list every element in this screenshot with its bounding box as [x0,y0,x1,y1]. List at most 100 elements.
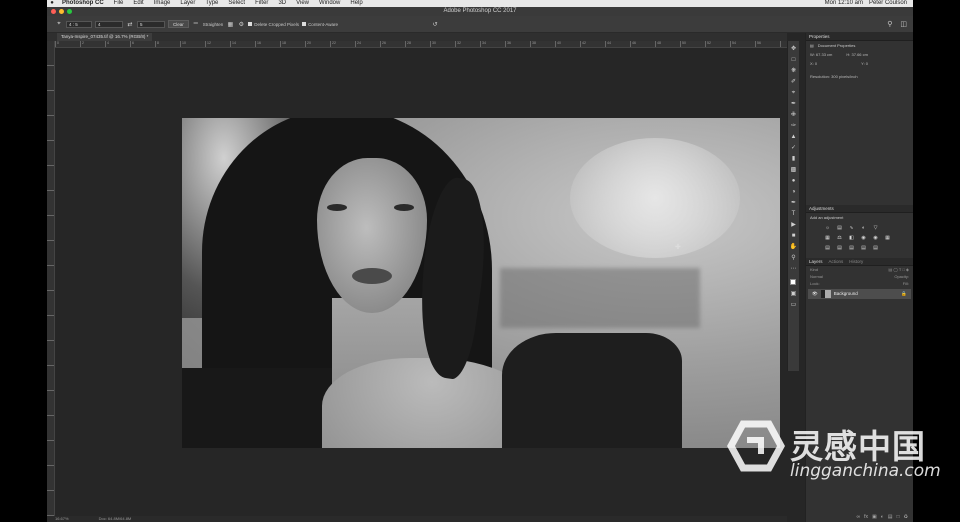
tab-history[interactable]: History [849,258,863,265]
prop-x[interactable]: X: 0 [810,61,817,66]
move-tool-icon[interactable]: ✥ [790,45,798,53]
width-field[interactable]: 4 [95,20,123,28]
zoom-window-button[interactable] [67,9,72,14]
tab-layers[interactable]: Layers [809,258,823,265]
history-brush-tool-icon[interactable]: ✓ [790,144,798,152]
tab-properties[interactable]: Properties [809,33,830,40]
hand-tool-icon[interactable]: ✋ [790,243,798,251]
prop-width[interactable]: W: 67.33 cm [810,52,832,57]
delete-cropped-checkbox[interactable]: Delete Cropped Pixels [248,22,299,27]
type-tool-icon[interactable]: T [790,210,798,218]
menu-filter[interactable]: Filter [250,0,273,7]
filter-icons[interactable]: ▤ ◯ T □ ◈ [889,266,910,273]
channel-mixer-icon[interactable]: ◉ [872,235,879,241]
gear-icon[interactable]: ⚙ [237,20,245,28]
clone-stamp-tool-icon[interactable]: ▲ [790,133,798,141]
ruler-horizontal[interactable]: 0 2 4 6 8 10 12 14 16 18 20 22 24 26 28 30 32 34 36 38 40 42 4… [55,41,787,48]
more-tools-icon[interactable]: ⋯ [790,265,798,273]
close-window-button[interactable] [51,9,56,14]
screen-mode-icon[interactable]: ▭ [790,301,798,309]
layer-name[interactable]: Background [834,289,858,299]
vibrance-icon[interactable]: ▽ [872,225,879,231]
prop-y[interactable]: Y: 0 [861,61,868,66]
quick-mask-icon[interactable]: ▣ [790,290,798,298]
brush-tool-icon[interactable]: ✑ [790,122,798,130]
rectangle-tool-icon[interactable]: ■ [790,232,798,240]
ruler-vertical[interactable] [47,41,55,516]
foreground-color[interactable] [789,279,796,285]
opacity-label[interactable]: Opacity: [894,273,909,280]
pen-tool-icon[interactable]: ✒ [790,199,798,207]
menu-photoshop[interactable]: Photoshop CC [57,0,109,7]
clear-button[interactable]: Clear [168,20,189,28]
menu-select[interactable]: Select [223,0,250,7]
eraser-tool-icon[interactable]: ▮ [790,155,798,163]
photo-filter-icon[interactable]: ◉ [860,235,867,241]
posterize-icon[interactable]: ▤ [836,245,843,251]
layer-row[interactable]: 👁 Background 🔒 [808,289,911,299]
prop-height[interactable]: H: 37.66 cm [846,52,868,57]
lock-icon[interactable]: 🔒 [901,289,907,299]
blur-tool-icon[interactable]: ● [790,177,798,185]
invert-icon[interactable]: ▤ [824,245,831,251]
tab-adjustments[interactable]: Adjustments [809,205,834,212]
apple-icon[interactable]: ● [47,0,57,7]
menu-file[interactable]: File [109,0,129,7]
portrait-photo[interactable] [182,118,780,448]
gradient-tool-icon[interactable]: ▩ [790,166,798,174]
menu-3d[interactable]: 3D [273,0,291,7]
quick-select-tool-icon[interactable]: ✐ [790,78,798,86]
black-white-icon[interactable]: ◧ [848,235,855,241]
crop-tool-icon[interactable]: ⌖ [55,20,63,28]
zoom-level[interactable]: 16.67% [55,516,69,522]
grid-overlay-icon[interactable]: ▦ [226,20,234,28]
workspace-icon[interactable]: ◫ [900,20,907,28]
curves-icon[interactable]: ∿ [848,225,855,231]
swap-icon[interactable]: ⇄ [126,20,134,28]
zoom-tool-icon[interactable]: ⚲ [790,254,798,262]
color-lookup-icon[interactable]: ▦ [884,235,891,241]
color-balance-icon[interactable]: ⚖ [836,235,843,241]
new-layer-icon[interactable]: □ [896,514,899,520]
gradient-map-icon[interactable]: ▤ [860,245,867,251]
search-icon[interactable]: ⚲ [887,20,892,28]
lasso-tool-icon[interactable]: ❋ [790,67,798,75]
minimize-window-button[interactable] [59,9,64,14]
threshold-icon[interactable]: ▤ [848,245,855,251]
blend-mode-select[interactable]: Normal [810,273,823,280]
link-layers-icon[interactable]: ∞ [857,514,861,520]
fill-label[interactable]: Fill: [903,280,909,287]
eyedropper-tool-icon[interactable]: ✒ [790,100,798,108]
fx-icon[interactable]: fx [864,514,868,520]
reset-icon[interactable]: ↺ [431,20,439,28]
menu-edit[interactable]: Edit [128,0,148,7]
user-name[interactable]: Peter Coulson [869,0,907,7]
ratio-select[interactable]: 4 : 5 [66,20,92,28]
path-select-tool-icon[interactable]: ▶ [790,221,798,229]
menu-view[interactable]: View [291,0,314,7]
content-aware-checkbox[interactable]: Content-Aware [302,22,338,27]
add-mask-icon[interactable]: ▣ [872,514,877,520]
lock-label[interactable]: Lock: [810,280,820,287]
hue-saturation-icon[interactable]: ▦ [824,235,831,241]
exposure-icon[interactable]: ◐ [860,225,867,231]
tab-actions[interactable]: Actions [829,258,844,265]
canvas-area[interactable]: ✚ [55,48,785,516]
height-field[interactable]: 5 [137,20,165,28]
delete-layer-icon[interactable]: ♻ [904,514,908,520]
levels-icon[interactable]: ▤ [836,225,843,231]
dodge-tool-icon[interactable]: ◑ [790,188,798,196]
straighten-icon[interactable]: ═ [192,20,200,28]
menu-type[interactable]: Type [200,0,223,7]
menu-image[interactable]: Image [149,0,176,7]
doc-size[interactable]: Doc: 64.8M/64.8M [99,516,132,522]
menu-window[interactable]: Window [314,0,345,7]
layers-kind-filter[interactable]: Kind [810,266,818,273]
marquee-tool-icon[interactable]: □ [790,56,798,64]
healing-brush-tool-icon[interactable]: ✙ [790,111,798,119]
new-adjustment-icon[interactable]: ◐ [881,514,884,520]
new-group-icon[interactable]: ▤ [888,514,893,520]
document-tab[interactable]: Tanya-Inspire_07435.tif @ 16.7% (RGB/8) … [57,33,153,41]
brightness-icon[interactable]: ☼ [824,225,831,231]
crop-tool-icon[interactable]: ⌖ [790,89,798,97]
